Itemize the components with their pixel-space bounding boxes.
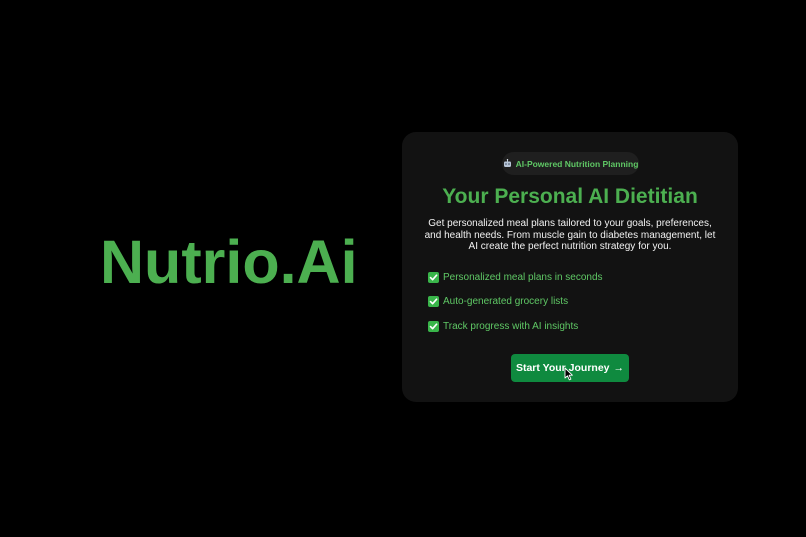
ai-badge: AI-Powered Nutrition Planning (502, 152, 639, 175)
feature-item: Track progress with AI insights (428, 319, 718, 333)
check-mark-icon (428, 296, 439, 307)
check-mark-icon (428, 320, 439, 332)
card-description: Get personalized meal plans tailored to … (424, 218, 716, 252)
landing-page: Nutrio.Ai AI-Powered Nutrition Planning … (0, 0, 806, 537)
robot-icon (503, 159, 512, 168)
start-journey-label: Start Your Journey (515, 362, 610, 374)
feature-item: Personalized meal plans in seconds (428, 270, 718, 284)
feature-list: Personalized meal plans in seconds Auto-… (428, 270, 718, 344)
feature-label: Personalized meal plans in seconds (443, 271, 603, 283)
feature-label: Auto-generated grocery lists (443, 296, 569, 307)
feature-label: Track progress with AI insights (443, 320, 579, 332)
mouse-pointer-icon (564, 367, 573, 381)
hero-card: AI-Powered Nutrition Planning Your Perso… (402, 132, 738, 402)
brand-logo-text: Nutrio.Ai (100, 228, 358, 296)
feature-item: Auto-generated grocery lists (428, 295, 718, 309)
badge-label: AI-Powered Nutrition Planning (515, 158, 639, 169)
card-title: Your Personal AI Dietitian (442, 185, 698, 208)
check-mark-icon (428, 271, 439, 283)
arrow-right-icon: → (613, 362, 625, 374)
